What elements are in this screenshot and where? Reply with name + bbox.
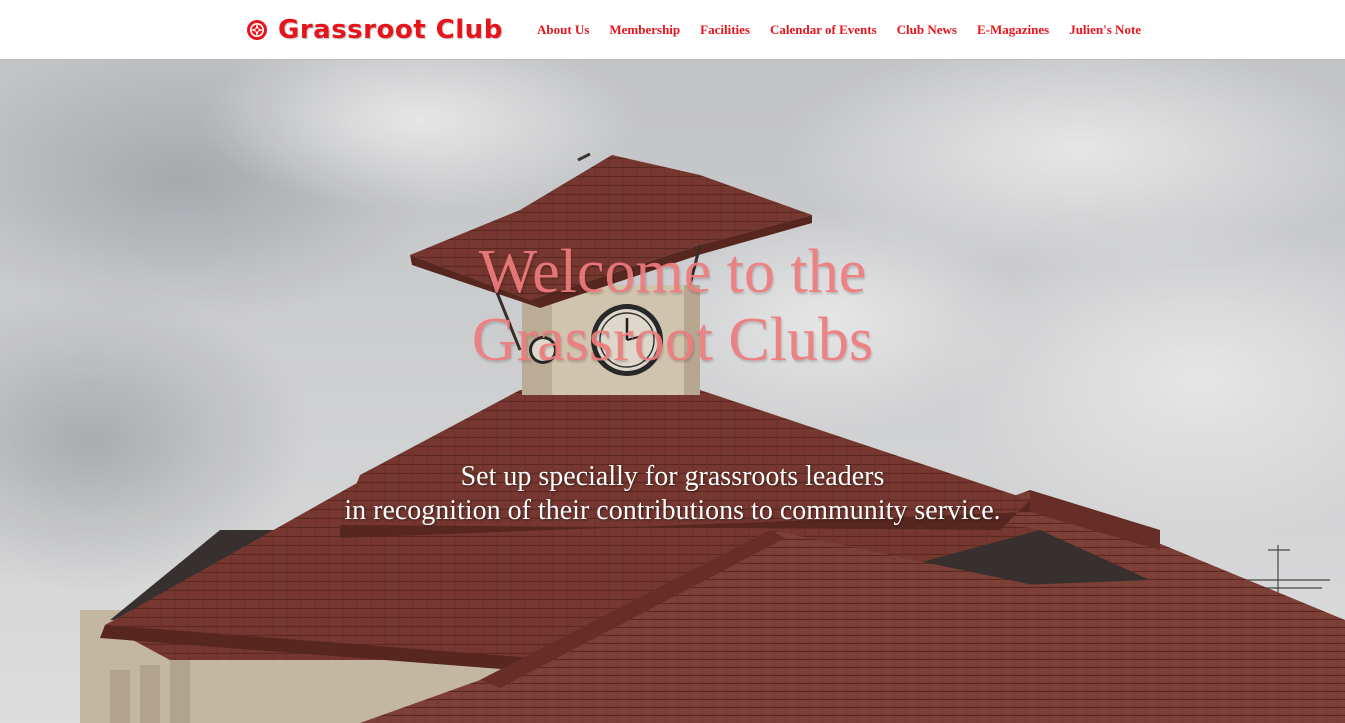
main-nav: About Us Membership Facilities Calendar … xyxy=(537,22,1141,38)
nav-e-magazines[interactable]: E-Magazines xyxy=(977,22,1049,38)
brand-logo-link[interactable]: Grassroot Club xyxy=(246,13,503,47)
nav-membership[interactable]: Membership xyxy=(609,22,680,38)
club-emblem-icon xyxy=(247,20,267,40)
hero-tagline: Set up specially for grassroots leaders … xyxy=(0,460,1345,528)
brand-name: Grassroot Club xyxy=(278,15,503,45)
nav-facilities[interactable]: Facilities xyxy=(700,22,750,38)
hero-headline-line2: Grassroot Clubs xyxy=(471,306,874,374)
nav-about-us[interactable]: About Us xyxy=(537,22,589,38)
hero-banner: Welcome to the Grassroot Clubs Set up sp… xyxy=(0,60,1345,723)
nav-calendar-of-events[interactable]: Calendar of Events xyxy=(770,22,877,38)
hero-headline: Welcome to the Grassroot Clubs xyxy=(0,238,1345,374)
hero-tagline-line1: Set up specially for grassroots leaders xyxy=(460,461,885,492)
nav-club-news[interactable]: Club News xyxy=(897,22,957,38)
top-navigation-bar: Grassroot Club About Us Membership Facil… xyxy=(0,0,1345,60)
hero-headline-line1: Welcome to the xyxy=(478,238,867,306)
hero-tagline-line2: in recognition of their contributions to… xyxy=(344,495,1001,526)
nav-juliens-note[interactable]: Julien's Note xyxy=(1069,22,1141,38)
hero-background-image xyxy=(0,60,1345,723)
